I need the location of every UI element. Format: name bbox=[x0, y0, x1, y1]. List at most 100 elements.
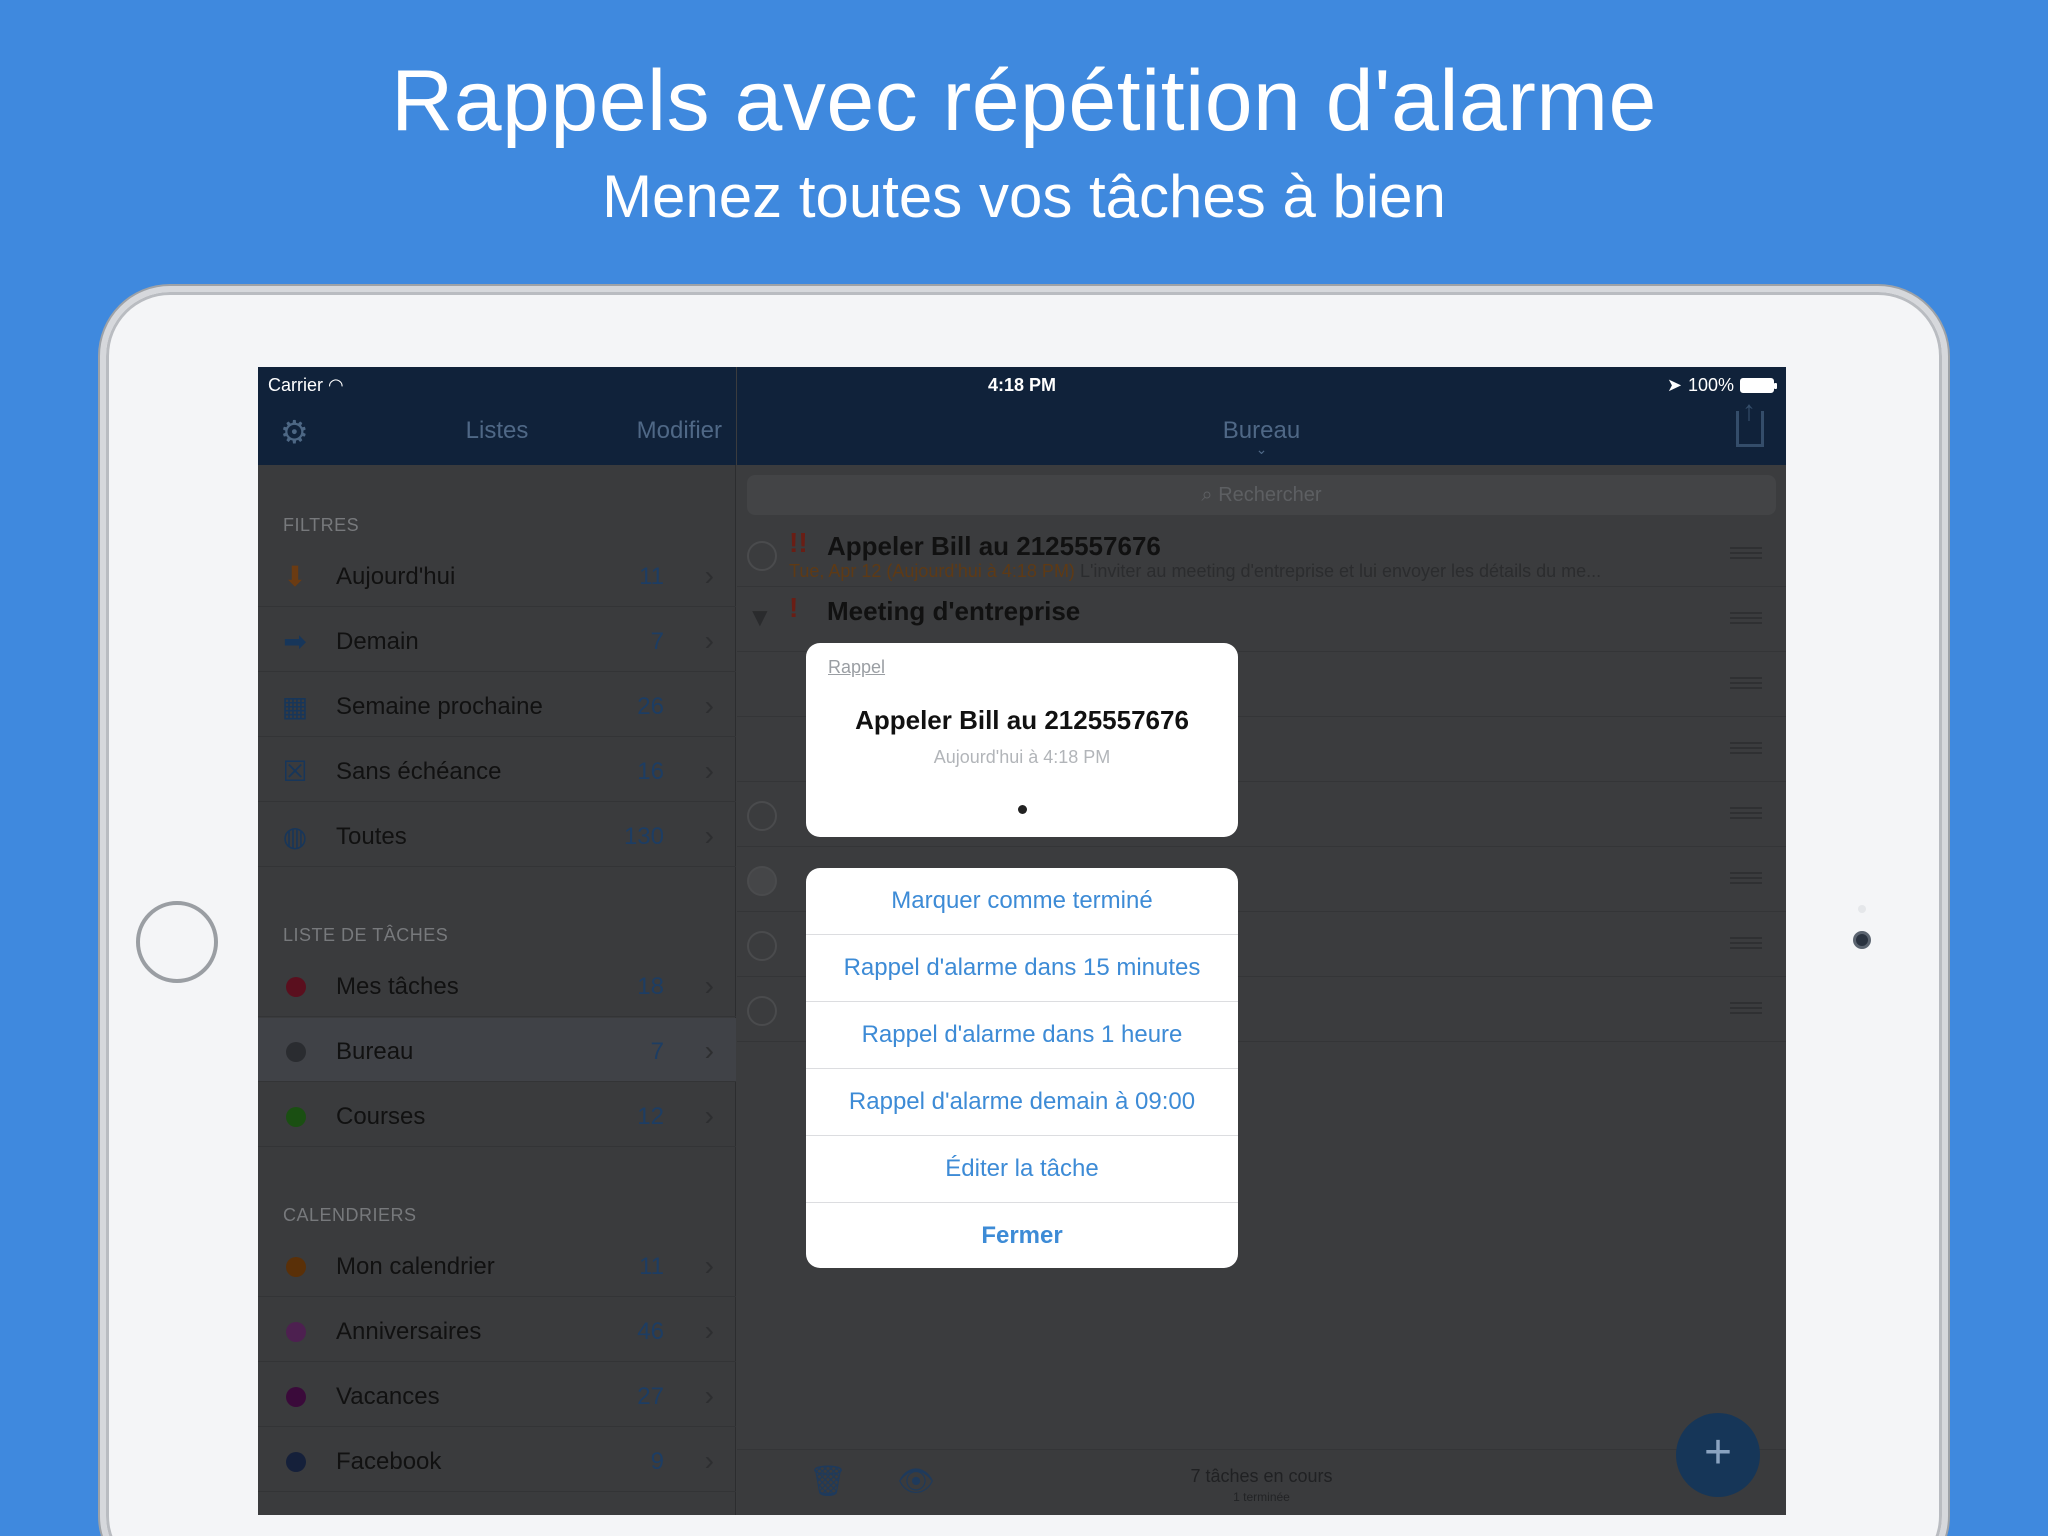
sidebar: ⚙ Listes Modifier FILTRES ⬇ Aujourd'hui … bbox=[258, 367, 736, 1515]
alert-title: Appeler Bill au 2125557676 bbox=[855, 705, 1189, 735]
search-placeholder: Rechercher bbox=[1218, 484, 1322, 506]
sidebar-item-label: Semaine prochaine bbox=[336, 693, 543, 720]
sidebar-item-label: Mes tâches bbox=[336, 973, 459, 1000]
task-note: L'inviter au meeting d'entreprise et lui… bbox=[1079, 561, 1602, 581]
alert-subtitle: Aujourd'hui à 4:18 PM bbox=[933, 747, 1111, 767]
sidebar-item-holidays[interactable]: Vacances 27 › bbox=[258, 1363, 736, 1427]
hero-title: Rappels avec répétition d'alarme bbox=[391, 53, 1657, 149]
snooze-1-hour-button[interactable]: Rappel d'alarme dans 1 heure bbox=[806, 1002, 1238, 1069]
sidebar-item-label: Vacances bbox=[336, 1383, 440, 1410]
sidebar-item-count: 26 bbox=[637, 693, 664, 720]
list-color-dot bbox=[286, 1107, 306, 1127]
search-icon: ⌕ bbox=[1201, 484, 1219, 506]
hero-subtitle: Menez toutes vos tâches à bien bbox=[602, 163, 1446, 230]
location-arrow-icon: ➤ bbox=[1666, 375, 1682, 395]
priority-marker: ! bbox=[789, 592, 799, 623]
task-title: Appeler Bill au 2125557676 bbox=[827, 531, 1161, 561]
edit-button[interactable]: Modifier bbox=[637, 417, 722, 445]
section-label-filters: FILTRES bbox=[283, 515, 360, 535]
task-checkbox[interactable] bbox=[747, 931, 777, 961]
task-checkbox[interactable] bbox=[747, 996, 777, 1026]
list-color-dot bbox=[286, 1042, 306, 1062]
sidebar-item-count: 27 bbox=[637, 1383, 664, 1410]
arrow-right-icon: ➡ bbox=[283, 625, 307, 657]
edit-task-button[interactable]: Éditer la tâche bbox=[806, 1136, 1238, 1203]
add-task-button[interactable]: + bbox=[1676, 1413, 1760, 1497]
sidebar-item-count: 130 bbox=[623, 823, 664, 850]
sidebar-item-tomorrow[interactable]: ➡ Demain 7 › bbox=[258, 608, 736, 672]
sidebar-item-count: 7 bbox=[650, 628, 664, 655]
sidebar-item-label: Bureau bbox=[336, 1038, 414, 1065]
sidebar-item-label: Aujourd'hui bbox=[336, 563, 456, 590]
sidebar-item-label: Anniversaires bbox=[336, 1318, 482, 1345]
reorder-handle[interactable] bbox=[1730, 807, 1762, 819]
snooze-15-minutes-button[interactable]: Rappel d'alarme dans 15 minutes bbox=[806, 935, 1238, 1002]
section-label-task-lists: LISTE DE TÂCHES bbox=[283, 925, 449, 945]
sidebar-item-label: Facebook bbox=[336, 1448, 442, 1475]
calendar-color-dot bbox=[286, 1257, 306, 1277]
page-indicator bbox=[1018, 805, 1027, 814]
sidebar-item-label: Sans échéance bbox=[336, 758, 502, 785]
reorder-handle[interactable] bbox=[1730, 547, 1762, 559]
arrow-down-icon: ⬇ bbox=[283, 560, 307, 592]
snooze-tomorrow-button[interactable]: Rappel d'alarme demain à 09:00 bbox=[806, 1069, 1238, 1136]
done-count: 1 terminée bbox=[1233, 1490, 1290, 1504]
chevron-right-icon: › bbox=[704, 625, 714, 656]
sidebar-item-count: 11 bbox=[639, 563, 664, 590]
chevron-right-icon: › bbox=[704, 755, 714, 786]
home-button[interactable] bbox=[136, 901, 218, 983]
task-checkbox[interactable] bbox=[747, 541, 777, 571]
chevron-right-icon: › bbox=[704, 970, 714, 1001]
search-input[interactable]: ⌕ Rechercher bbox=[747, 475, 1776, 515]
collapse-triangle-icon[interactable]: ▼ bbox=[747, 602, 777, 632]
light-sensor bbox=[1858, 905, 1866, 913]
sidebar-item-bureau[interactable]: Bureau 7 › bbox=[258, 1018, 736, 1082]
sidebar-item-facebook[interactable]: Facebook 9 › bbox=[258, 1428, 736, 1492]
reorder-handle[interactable] bbox=[1730, 677, 1762, 689]
no-date-calendar-icon: ☒ bbox=[282, 755, 308, 787]
reminder-actions: Marquer comme terminé Rappel d'alarme da… bbox=[806, 868, 1238, 1268]
task-due: Tue, Apr 12 (Aujourd'hui à 4:18 PM) bbox=[789, 561, 1075, 581]
grid-calendar-icon: ▦ bbox=[281, 690, 309, 722]
sidebar-item-all[interactable]: ◍ Toutes 130 › bbox=[258, 803, 736, 867]
close-button[interactable]: Fermer bbox=[806, 1203, 1238, 1268]
sidebar-item-my-tasks[interactable]: Mes tâches 18 › bbox=[258, 953, 736, 1017]
sidebar-item-birthdays[interactable]: Anniversaires 46 › bbox=[258, 1298, 736, 1362]
sidebar-item-courses[interactable]: Courses 12 › bbox=[258, 1083, 736, 1147]
calendar-color-dot bbox=[286, 1452, 306, 1472]
sidebar-item-count: 18 bbox=[637, 973, 664, 1000]
sidebar-item-next-week[interactable]: ▦ Semaine prochaine 26 › bbox=[258, 673, 736, 737]
task-panel-footer: 🗑 👁 7 tâches en cours 1 terminée bbox=[737, 1449, 1786, 1515]
globe-icon: ◍ bbox=[282, 820, 308, 852]
battery-icon bbox=[1740, 378, 1777, 393]
sidebar-item-count: 46 bbox=[637, 1318, 664, 1345]
reorder-handle[interactable] bbox=[1730, 742, 1762, 754]
sidebar-item-no-date[interactable]: ☒ Sans échéance 16 › bbox=[258, 738, 736, 802]
chevron-right-icon: › bbox=[704, 1250, 714, 1281]
share-icon[interactable] bbox=[1736, 395, 1764, 447]
sidebar-item-today[interactable]: ⬇ Aujourd'hui 11 › bbox=[258, 543, 736, 607]
reorder-handle[interactable] bbox=[1730, 1002, 1762, 1014]
status-bar: Carrier ◠ 4:18 PM ➤ 100% bbox=[258, 367, 1786, 401]
chevron-right-icon: › bbox=[704, 1035, 714, 1066]
sidebar-item-label: Courses bbox=[336, 1103, 426, 1130]
reorder-handle[interactable] bbox=[1730, 937, 1762, 949]
calendar-color-dot bbox=[286, 1322, 306, 1342]
sidebar-item-count: 11 bbox=[639, 1253, 664, 1280]
sidebar-item-label: Mon calendrier bbox=[336, 1253, 495, 1280]
reorder-handle[interactable] bbox=[1730, 612, 1762, 624]
sidebar-item-label: Toutes bbox=[336, 823, 407, 850]
priority-marker: !! bbox=[789, 527, 808, 558]
chevron-right-icon: › bbox=[704, 1380, 714, 1411]
task-checkbox-checked[interactable] bbox=[747, 866, 777, 896]
alert-kicker: Rappel bbox=[828, 657, 886, 677]
reorder-handle[interactable] bbox=[1730, 872, 1762, 884]
task-checkbox[interactable] bbox=[747, 801, 777, 831]
front-camera bbox=[1853, 931, 1871, 949]
task-row[interactable]: !! Appeler Bill au 2125557676 Tue, Apr 1… bbox=[737, 523, 1786, 587]
list-color-dot bbox=[286, 977, 306, 997]
reminder-alert: Rappel Appeler Bill au 2125557676 Aujour… bbox=[806, 643, 1238, 837]
mark-done-button[interactable]: Marquer comme terminé bbox=[806, 868, 1238, 935]
sidebar-item-my-calendar[interactable]: Mon calendrier 11 › bbox=[258, 1233, 736, 1297]
section-label-calendars: CALENDRIERS bbox=[283, 1205, 417, 1225]
